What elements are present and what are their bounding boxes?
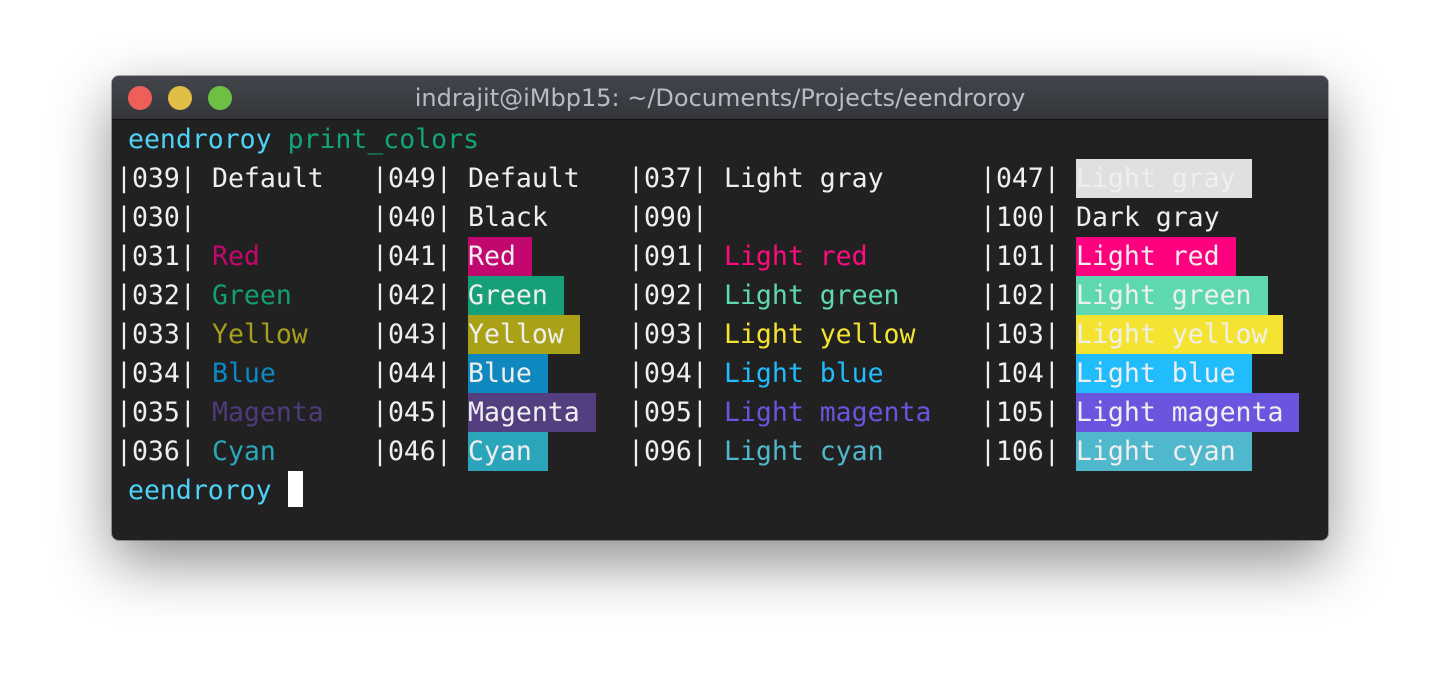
color-code: |046|: [372, 436, 452, 467]
color-code: |103|: [980, 319, 1060, 350]
color-code: |092|: [628, 280, 708, 311]
color-code: |091|: [628, 241, 708, 272]
color-sample: Light yellow: [724, 319, 916, 350]
color-code: |104|: [980, 358, 1060, 389]
color-code: |096|: [628, 436, 708, 467]
color-sample: Default: [468, 163, 580, 194]
color-sample: Light red: [1076, 237, 1236, 276]
color-sample: Light magenta: [724, 397, 932, 428]
color-code: |030|: [116, 202, 196, 233]
final-prompt-line: eendroroy: [128, 471, 303, 510]
prompt-dir: eendroroy: [128, 124, 272, 155]
color-sample: Cyan: [468, 432, 548, 471]
color-sample: Light blue: [1076, 354, 1252, 393]
color-code: |040|: [372, 202, 452, 233]
color-code: |042|: [372, 280, 452, 311]
terminal-content[interactable]: eendroroy print_colors |039| Default |030|…: [112, 120, 1328, 540]
color-sample: Light gray: [1076, 159, 1252, 198]
color-sample: Light blue: [724, 358, 884, 389]
color-code: |044|: [372, 358, 452, 389]
color-sample: Dark gray: [1076, 198, 1236, 237]
color-code: |032|: [116, 280, 196, 311]
color-code: |036|: [116, 436, 196, 467]
color-code: |037|: [628, 163, 708, 194]
color-code: |090|: [628, 202, 708, 233]
color-code: |106|: [980, 436, 1060, 467]
color-code: |047|: [980, 163, 1060, 194]
color-sample: Blue: [468, 354, 548, 393]
color-code: |093|: [628, 319, 708, 350]
color-code: |102|: [980, 280, 1060, 311]
command: print_colors: [287, 124, 480, 155]
color-sample: Light cyan: [724, 436, 884, 467]
color-sample: Light cyan: [1076, 432, 1252, 471]
color-sample: Red: [212, 241, 260, 272]
color-sample: Yellow: [468, 315, 580, 354]
color-sample: Green: [468, 276, 564, 315]
color-sample: Light green: [724, 280, 900, 311]
color-sample: Light red: [724, 241, 868, 272]
color-code: |095|: [628, 397, 708, 428]
color-sample: Light magenta: [1076, 393, 1300, 432]
color-sample: Light green: [1076, 276, 1268, 315]
color-code: |034|: [116, 358, 196, 389]
prompt-dir: eendroroy: [128, 475, 272, 506]
color-code: |100|: [980, 202, 1060, 233]
color-sample: Blue: [212, 358, 276, 389]
color-code: |045|: [372, 397, 452, 428]
command-line: eendroroy print_colors: [128, 120, 479, 159]
color-code: |041|: [372, 241, 452, 272]
color-code: |101|: [980, 241, 1060, 272]
color-code: |094|: [628, 358, 708, 389]
color-sample: Green: [212, 280, 292, 311]
color-sample: Black: [468, 198, 564, 237]
color-code: |049|: [372, 163, 452, 194]
color-code: |035|: [116, 397, 196, 428]
color-sample: Cyan: [212, 436, 276, 467]
color-sample: Yellow: [212, 319, 308, 350]
color-code: |039|: [116, 163, 196, 194]
text-cursor: [287, 471, 303, 507]
color-sample: Light gray: [724, 163, 884, 194]
color-sample: Default: [212, 163, 324, 194]
color-code: |105|: [980, 397, 1060, 428]
terminal-window: indrajit@iMbp15: ~/Documents/Projects/ee…: [112, 76, 1328, 540]
window-title: indrajit@iMbp15: ~/Documents/Projects/ee…: [414, 84, 1026, 112]
color-code: |031|: [116, 241, 196, 272]
color-code: |033|: [116, 319, 196, 350]
color-sample: Magenta: [212, 397, 324, 428]
color-sample: Light yellow: [1076, 315, 1284, 354]
color-sample: Red: [468, 237, 532, 276]
title-bar: indrajit@iMbp15: ~/Documents/Projects/ee…: [112, 76, 1328, 120]
color-code: |043|: [372, 319, 452, 350]
color-sample: Magenta: [468, 393, 596, 432]
